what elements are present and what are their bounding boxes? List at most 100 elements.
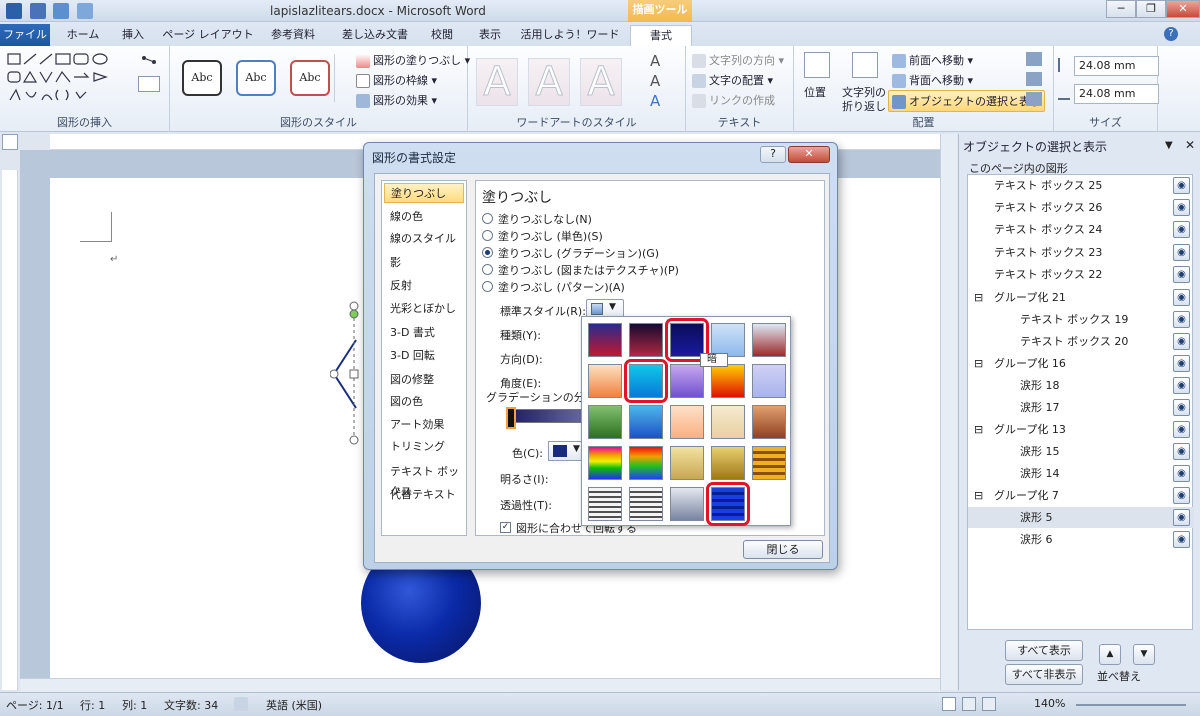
list-item[interactable]: ⊟ グループ化 16 ◉ bbox=[968, 353, 1194, 374]
nav-alt-text[interactable]: 代替テキスト bbox=[384, 485, 464, 505]
language-status[interactable]: 英語 (米国) bbox=[266, 697, 322, 713]
tab-katsuyou[interactable]: 活用しよう！ワード bbox=[518, 25, 622, 46]
gradient-preset-swatch[interactable] bbox=[629, 446, 663, 480]
nav-shadow[interactable]: 影 bbox=[384, 253, 464, 273]
nav-3d-format[interactable]: 3-D 書式 bbox=[384, 323, 464, 343]
shape-effects-button[interactable]: 図形の効果 ▾ bbox=[356, 92, 437, 108]
eye-icon[interactable]: ◉ bbox=[1173, 399, 1190, 416]
eye-icon[interactable]: ◉ bbox=[1173, 355, 1190, 372]
shape-styles-more[interactable] bbox=[334, 54, 344, 102]
hide-all-button[interactable]: すべて非表示 bbox=[1005, 664, 1083, 685]
nav-picture-corrections[interactable]: 図の修整 bbox=[384, 370, 464, 390]
rotate-with-shape-checkbox[interactable]: ✓ bbox=[500, 522, 511, 533]
eye-icon[interactable]: ◉ bbox=[1173, 266, 1190, 283]
radio-no-fill[interactable] bbox=[482, 213, 493, 224]
gradient-preset-swatch[interactable] bbox=[752, 323, 786, 357]
list-item[interactable]: 涙形 14 ◉ bbox=[968, 463, 1194, 484]
shape-fill-button[interactable]: 図形の塗りつぶし ▾ bbox=[356, 52, 470, 68]
close-window-button[interactable]: ✕ bbox=[1166, 0, 1200, 18]
minimize-button[interactable]: ─ bbox=[1106, 0, 1136, 18]
eye-icon[interactable]: ◉ bbox=[1173, 177, 1190, 194]
list-item[interactable]: テキスト ボックス 25 ◉ bbox=[968, 175, 1194, 196]
nav-reflection[interactable]: 反射 bbox=[384, 276, 464, 296]
list-item[interactable]: テキスト ボックス 24 ◉ bbox=[968, 219, 1194, 240]
nav-line-style[interactable]: 線のスタイル bbox=[384, 229, 464, 249]
radio-picture-fill[interactable] bbox=[482, 264, 493, 275]
gradient-preset-swatch[interactable] bbox=[670, 405, 704, 439]
text-outline-icon[interactable]: A bbox=[650, 72, 660, 90]
send-backward-button[interactable]: 背面へ移動 ▾ bbox=[892, 72, 973, 88]
bring-forward-button[interactable]: 前面へ移動 ▾ bbox=[892, 52, 973, 68]
list-item[interactable]: テキスト ボックス 22 ◉ bbox=[968, 264, 1194, 285]
nav-line-color[interactable]: 線の色 bbox=[384, 207, 464, 227]
horizontal-scrollbar[interactable] bbox=[20, 678, 940, 692]
list-item[interactable]: テキスト ボックス 20 ◉ bbox=[968, 331, 1194, 352]
nav-crop[interactable]: トリミング bbox=[384, 437, 464, 457]
eye-icon[interactable]: ◉ bbox=[1173, 289, 1190, 306]
edit-shape-icon[interactable] bbox=[138, 52, 160, 70]
height-input[interactable]: 24.08 mm bbox=[1074, 56, 1159, 76]
gradient-preset-swatch[interactable] bbox=[629, 405, 663, 439]
list-item[interactable]: テキスト ボックス 23 ◉ bbox=[968, 242, 1194, 263]
text-effects-icon[interactable]: A bbox=[650, 92, 660, 110]
tab-view[interactable]: 表示 bbox=[470, 25, 510, 46]
gradient-preset-swatch[interactable] bbox=[711, 364, 745, 398]
width-input[interactable]: 24.08 mm bbox=[1074, 84, 1159, 104]
eye-icon[interactable]: ◉ bbox=[1173, 311, 1190, 328]
shape-style-black[interactable]: Abc bbox=[182, 60, 222, 96]
zoom-slider[interactable] bbox=[1076, 704, 1186, 706]
align-icon[interactable] bbox=[1026, 52, 1042, 66]
help-button[interactable]: ? bbox=[760, 146, 786, 163]
tab-selector-icon[interactable] bbox=[2, 134, 18, 150]
gradient-stops-bar[interactable] bbox=[506, 409, 586, 423]
eye-icon[interactable]: ◉ bbox=[1173, 221, 1190, 238]
gradient-preset-swatch[interactable] bbox=[670, 446, 704, 480]
radio-pattern-fill[interactable] bbox=[482, 281, 493, 292]
group-objects-icon[interactable] bbox=[1026, 72, 1042, 86]
dialog-close-icon[interactable]: ✕ bbox=[788, 146, 830, 163]
list-item[interactable]: 涙形 6 ◉ bbox=[968, 529, 1194, 550]
vertical-scrollbar[interactable] bbox=[940, 134, 957, 690]
full-screen-icon[interactable] bbox=[962, 697, 976, 711]
word-count[interactable]: 文字数: 34 bbox=[164, 697, 218, 713]
move-down-button[interactable]: ▼ bbox=[1133, 644, 1155, 665]
rotate-icon[interactable] bbox=[1026, 92, 1042, 106]
shape-style-red[interactable]: Abc bbox=[290, 60, 330, 96]
eye-icon[interactable]: ◉ bbox=[1173, 377, 1190, 394]
gradient-preset-swatch[interactable] bbox=[752, 364, 786, 398]
eye-icon[interactable]: ◉ bbox=[1173, 443, 1190, 460]
pane-close-icon[interactable]: ✕ bbox=[1185, 138, 1195, 152]
wordart-style-3[interactable]: A bbox=[580, 58, 622, 106]
tab-review[interactable]: 校閲 bbox=[422, 25, 462, 46]
gradient-preset-swatch[interactable] bbox=[629, 487, 663, 521]
collapse-icon[interactable]: ⊟ bbox=[974, 287, 983, 308]
tab-page-layout[interactable]: ページ レイアウト bbox=[162, 25, 254, 46]
list-item-selected[interactable]: 涙形 5 ◉ bbox=[968, 507, 1194, 528]
gradient-preset-swatch[interactable] bbox=[711, 446, 745, 480]
print-layout-icon[interactable] bbox=[942, 697, 956, 711]
eye-icon[interactable]: ◉ bbox=[1173, 487, 1190, 504]
gradient-preset-swatch[interactable] bbox=[588, 323, 622, 357]
eye-icon[interactable]: ◉ bbox=[1173, 333, 1190, 350]
shapes-gallery[interactable] bbox=[6, 52, 118, 106]
nav-3d-rotation[interactable]: 3-D 回転 bbox=[384, 346, 464, 366]
eye-icon[interactable]: ◉ bbox=[1173, 531, 1190, 548]
word-icon[interactable] bbox=[6, 3, 22, 19]
position-button[interactable]: 位置 bbox=[804, 84, 826, 100]
list-item[interactable]: ⊟ グループ化 13 ◉ bbox=[968, 419, 1194, 440]
help-icon[interactable]: ? bbox=[1164, 27, 1178, 41]
option-no-fill[interactable]: 塗りつぶしなし(N) bbox=[498, 211, 592, 227]
nav-fill[interactable]: 塗りつぶし bbox=[384, 183, 464, 203]
option-pattern-fill[interactable]: 塗りつぶし (パターン)(A) bbox=[498, 279, 625, 295]
zoom-level[interactable]: 140% bbox=[1034, 697, 1065, 710]
undo-icon[interactable] bbox=[53, 3, 69, 19]
gradient-preset-swatch[interactable] bbox=[752, 446, 786, 480]
gradient-preset-swatch[interactable] bbox=[588, 446, 622, 480]
position-icon[interactable] bbox=[804, 52, 830, 78]
redo-icon[interactable] bbox=[76, 3, 93, 19]
page-count[interactable]: ページ: 1/1 bbox=[6, 697, 64, 713]
text-align-button[interactable]: 文字の配置 ▾ bbox=[692, 72, 773, 88]
option-solid-fill[interactable]: 塗りつぶし (単色)(S) bbox=[498, 228, 603, 244]
pane-menu-icon[interactable]: ▼ bbox=[1165, 140, 1173, 151]
selection-pane-button[interactable]: オブジェクトの選択と表示 bbox=[888, 90, 1045, 112]
